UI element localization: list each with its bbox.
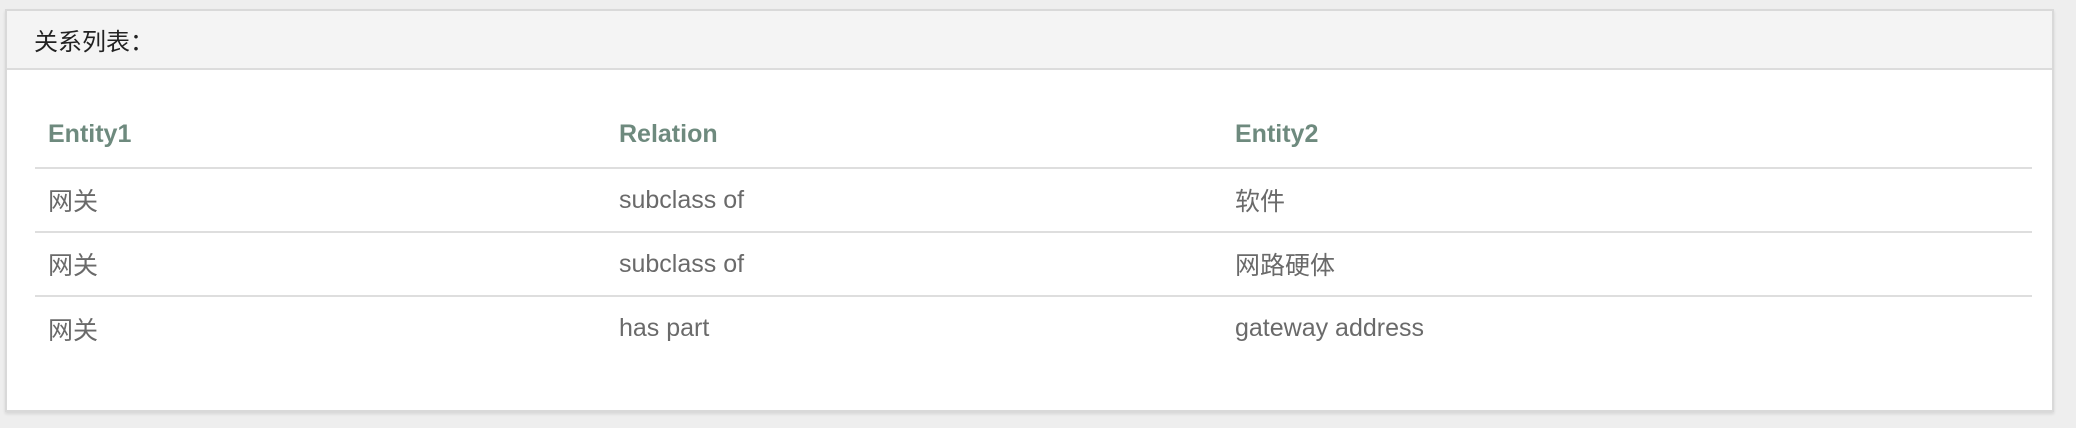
panel-title: 关系列表： — [7, 11, 2052, 70]
cell-relation: subclass of — [606, 232, 1222, 297]
table-row: 网关 subclass of 网路硬体 — [35, 232, 2032, 297]
column-header-relation: Relation — [606, 101, 1222, 169]
cell-relation: has part — [619, 314, 710, 342]
cell-entity2: 网路硬体 — [1222, 232, 2032, 297]
cell-entity2: gateway address — [1235, 314, 1425, 342]
cell-entity1: 网关 — [35, 232, 606, 297]
relation-table: Entity1 Relation Entity2 网关 subclass of … — [35, 101, 2032, 360]
cell-entity2: 软件 — [1222, 168, 2032, 233]
cell-entity1: 网关 — [35, 168, 606, 233]
table-header-row: Entity1 Relation Entity2 — [35, 101, 2032, 169]
table-row: 网关 subclass of 软件 — [35, 168, 2032, 233]
relation-table-container: Entity1 Relation Entity2 网关 subclass of … — [35, 101, 2032, 360]
cell-relation: subclass of — [606, 168, 1222, 233]
table-row: 网关 has part gateway address — [35, 296, 2032, 360]
relation-list-panel: 关系列表： Entity1 Relation Entity2 网关 subcla… — [5, 9, 2054, 412]
column-header-entity1: Entity1 — [35, 101, 606, 169]
cell-entity1: 网关 — [48, 316, 99, 345]
column-header-entity2: Entity2 — [1222, 101, 2032, 169]
